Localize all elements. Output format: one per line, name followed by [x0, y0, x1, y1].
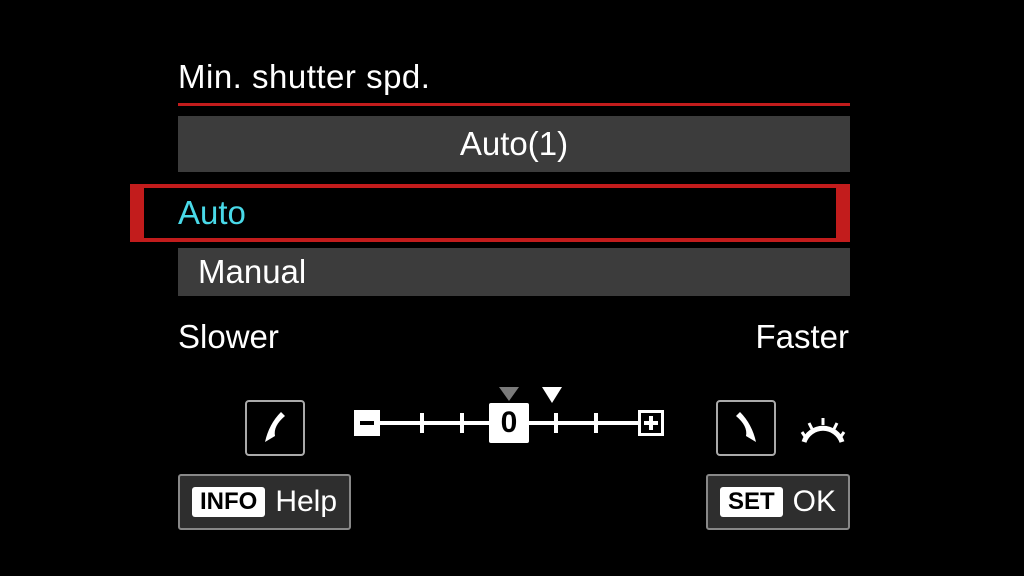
current-value-text: Auto(1) — [460, 125, 568, 163]
slider-tick — [460, 413, 464, 433]
dial-icon — [800, 416, 846, 444]
set-pill: SET — [720, 487, 783, 517]
set-label: OK — [793, 485, 836, 519]
info-help-button[interactable]: INFO Help — [178, 474, 351, 530]
title-underline — [178, 103, 850, 106]
faster-label: Faster — [755, 318, 849, 356]
set-ok-button[interactable]: SET OK — [706, 474, 850, 530]
slider-tick — [420, 413, 424, 433]
plus-icon — [638, 410, 664, 436]
info-label: Help — [275, 485, 337, 519]
minus-icon — [354, 410, 380, 436]
current-value-banner: Auto(1) — [178, 116, 850, 172]
arrow-left-icon — [247, 402, 303, 454]
slider-tick — [594, 413, 598, 433]
info-pill: INFO — [192, 487, 265, 517]
option-manual-label: Manual — [198, 253, 306, 291]
slider-current-marker — [542, 387, 562, 403]
option-auto-label: Auto — [144, 188, 836, 238]
slider-decrease-button[interactable] — [245, 400, 305, 456]
option-manual[interactable]: Manual — [178, 248, 850, 296]
slider-default-marker — [499, 387, 519, 401]
slider-increase-button[interactable] — [716, 400, 776, 456]
speed-slider[interactable]: 0 — [354, 395, 664, 455]
slider-tick — [554, 413, 558, 433]
option-auto[interactable]: Auto — [130, 184, 850, 242]
page-title: Min. shutter spd. — [178, 58, 430, 96]
camera-menu-screen: Min. shutter spd. Auto(1) Auto Manual Sl… — [0, 0, 1024, 576]
arrow-right-icon — [718, 402, 774, 454]
slower-label: Slower — [178, 318, 279, 356]
slider-zero-label: 0 — [489, 403, 529, 443]
